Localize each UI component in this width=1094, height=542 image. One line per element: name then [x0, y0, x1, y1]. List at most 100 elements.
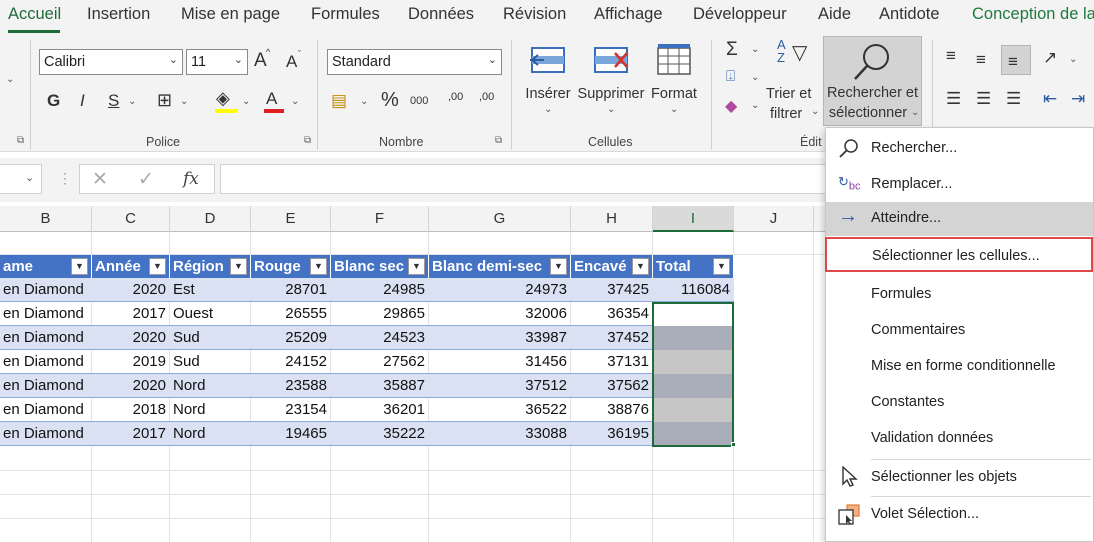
- chevron-down-icon[interactable]: ⌄: [6, 74, 14, 85]
- column-header-f[interactable]: F: [331, 206, 429, 232]
- cell-blanc-demi-sec[interactable]: 37512: [429, 374, 571, 398]
- cell-encave[interactable]: 37562: [571, 374, 653, 398]
- chevron-down-icon[interactable]: ⌄: [180, 96, 188, 107]
- align-left-icon[interactable]: ☰: [946, 89, 961, 109]
- number-format-combo[interactable]: Standard ⌄: [327, 49, 502, 75]
- cell-blanc-sec[interactable]: 36201: [331, 398, 429, 422]
- menu-item-commentaires[interactable]: Commentaires: [826, 314, 1093, 348]
- autosum-icon[interactable]: Σ: [726, 39, 738, 61]
- fill-color-icon[interactable]: ◈: [216, 88, 230, 109]
- column-header-h[interactable]: H: [571, 206, 653, 232]
- sort-filter-label-1[interactable]: Trier et: [766, 84, 822, 104]
- cell-rouge[interactable]: 25209: [251, 326, 331, 350]
- increase-decimal-button[interactable]: ,00: [448, 92, 463, 103]
- cell-blanc-demi-sec[interactable]: 31456: [429, 350, 571, 374]
- tab-affichage[interactable]: Affichage: [594, 5, 663, 24]
- chevron-down-icon[interactable]: ⌄: [751, 72, 759, 83]
- fill-down-icon[interactable]: ⍗: [726, 68, 735, 85]
- cell-blanc-demi-sec[interactable]: 24973: [429, 278, 571, 302]
- table-header-blanc-demi-sec[interactable]: Blanc demi-sec ▼: [429, 255, 571, 278]
- filter-dropdown-icon[interactable]: ▼: [550, 258, 567, 275]
- menu-item-validation-donnees[interactable]: Validation données: [826, 422, 1093, 456]
- filter-dropdown-icon[interactable]: ▼: [713, 258, 730, 275]
- name-box[interactable]: ⌄: [0, 164, 42, 194]
- cell-name[interactable]: en Diamond: [0, 422, 92, 446]
- cell-blanc-sec[interactable]: 24985: [331, 278, 429, 302]
- column-header-c[interactable]: C: [92, 206, 170, 232]
- cell-annee[interactable]: 2019: [92, 350, 170, 374]
- menu-item-rechercher[interactable]: Rechercher...: [826, 132, 1093, 166]
- table-header-total[interactable]: Total ▼: [653, 255, 734, 278]
- table-header-rouge[interactable]: Rouge ▼: [251, 255, 331, 278]
- dialog-launcher-icon[interactable]: ⧉: [304, 135, 311, 146]
- cell-blanc-sec[interactable]: 24523: [331, 326, 429, 350]
- column-header-e[interactable]: E: [251, 206, 331, 232]
- accounting-format-icon[interactable]: ▤: [331, 91, 347, 111]
- orientation-icon[interactable]: ↗: [1043, 48, 1057, 68]
- align-right-icon[interactable]: ☰: [1006, 89, 1021, 109]
- chevron-down-icon[interactable]: ⌄: [751, 100, 759, 111]
- decrease-decimal-button[interactable]: ,00: [479, 92, 494, 103]
- column-header-j[interactable]: J: [734, 206, 814, 232]
- cell-region[interactable]: Nord: [170, 374, 251, 398]
- insert-function-button[interactable]: fx: [183, 169, 199, 189]
- underline-button[interactable]: S: [108, 91, 119, 111]
- filter-dropdown-icon[interactable]: ▼: [310, 258, 327, 275]
- cell-rouge[interactable]: 26555: [251, 302, 331, 326]
- chevron-down-icon[interactable]: ⌄: [291, 96, 299, 107]
- column-header-d[interactable]: D: [170, 206, 251, 232]
- insert-cells-label[interactable]: Insérer: [522, 84, 574, 104]
- align-middle-icon[interactable]: ≡: [976, 50, 986, 70]
- cell-blanc-demi-sec[interactable]: 32006: [429, 302, 571, 326]
- cell-encave[interactable]: 36195: [571, 422, 653, 446]
- cell-region[interactable]: Ouest: [170, 302, 251, 326]
- chevron-down-icon[interactable]: ⌄: [1069, 54, 1077, 65]
- tab-aide[interactable]: Aide: [818, 5, 851, 24]
- cell-annee[interactable]: 2018: [92, 398, 170, 422]
- cell-name[interactable]: en Diamond: [0, 302, 92, 326]
- chevron-down-icon[interactable]: ⌄: [128, 96, 136, 107]
- cell-annee[interactable]: 2017: [92, 302, 170, 326]
- tab-mise-en-page[interactable]: Mise en page: [181, 5, 280, 24]
- chevron-down-icon[interactable]: ⌄: [751, 44, 759, 55]
- cell-total[interactable]: 116084: [653, 278, 734, 302]
- filter-dropdown-icon[interactable]: ▼: [230, 258, 247, 275]
- menu-item-mise-en-forme-conditionnelle[interactable]: Mise en forme conditionnelle: [826, 350, 1093, 384]
- cell-blanc-sec[interactable]: 27562: [331, 350, 429, 374]
- delete-cells-label[interactable]: Supprimer: [576, 84, 646, 104]
- cell-region[interactable]: Est: [170, 278, 251, 302]
- align-top-icon[interactable]: ≡: [946, 46, 956, 66]
- percent-button[interactable]: %: [381, 89, 399, 112]
- tab-accueil[interactable]: Accueil: [8, 5, 61, 24]
- cell-blanc-sec[interactable]: 35887: [331, 374, 429, 398]
- menu-item-selectionner-cellules[interactable]: Sélectionner les cellules...: [825, 237, 1093, 272]
- chevron-down-icon[interactable]: ⌄: [670, 104, 678, 115]
- cell-region[interactable]: Nord: [170, 398, 251, 422]
- tab-developpeur[interactable]: Développeur: [693, 5, 787, 24]
- bold-button[interactable]: G: [47, 91, 60, 111]
- align-center-icon[interactable]: ☰: [976, 89, 991, 109]
- enter-check-icon[interactable]: ✓: [138, 168, 154, 191]
- cell-rouge[interactable]: 23588: [251, 374, 331, 398]
- chevron-down-icon[interactable]: ⌄: [544, 104, 552, 115]
- cell-encave[interactable]: 36354: [571, 302, 653, 326]
- column-header-b[interactable]: B: [0, 206, 92, 232]
- menu-item-volet-selection[interactable]: Volet Sélection...: [826, 498, 1093, 532]
- formula-input[interactable]: [220, 164, 830, 194]
- align-bottom-button[interactable]: ≡: [1001, 45, 1031, 75]
- menu-item-selectionner-objets[interactable]: Sélectionner les objets: [826, 461, 1093, 495]
- filter-dropdown-icon[interactable]: ▼: [408, 258, 425, 275]
- menu-item-constantes[interactable]: Constantes: [826, 386, 1093, 420]
- cell-annee[interactable]: 2020: [92, 278, 170, 302]
- chevron-down-icon[interactable]: ⌄: [811, 106, 819, 117]
- cell-name[interactable]: en Diamond: [0, 374, 92, 398]
- increase-indent-icon[interactable]: ⇥: [1071, 89, 1085, 109]
- cell-annee[interactable]: 2020: [92, 374, 170, 398]
- cell-name[interactable]: en Diamond: [0, 278, 92, 302]
- font-name-combo[interactable]: Calibri ⌄: [39, 49, 183, 75]
- cell-rouge[interactable]: 24152: [251, 350, 331, 374]
- font-size-combo[interactable]: 11 ⌄: [186, 49, 248, 75]
- cell-blanc-sec[interactable]: 35222: [331, 422, 429, 446]
- cell-encave[interactable]: 37452: [571, 326, 653, 350]
- cell-encave[interactable]: 37425: [571, 278, 653, 302]
